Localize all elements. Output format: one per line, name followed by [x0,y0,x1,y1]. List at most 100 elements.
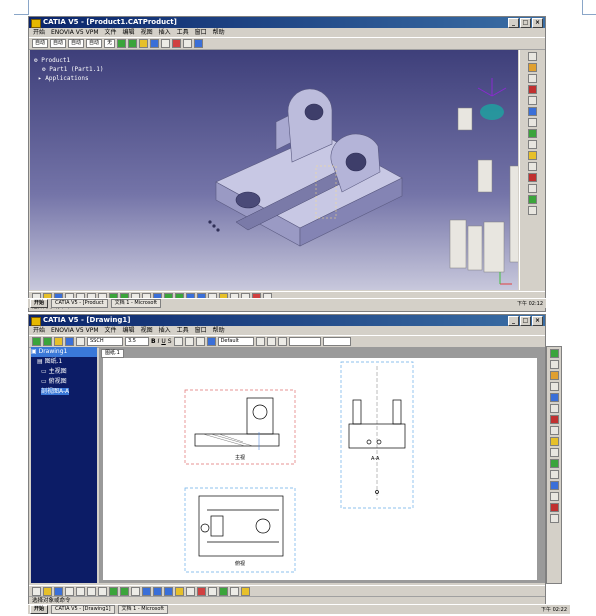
axis-line-icon[interactable] [549,481,559,490]
detail-icon[interactable] [549,371,559,380]
font-combo[interactable]: SSCH [87,337,123,346]
start-button[interactable]: 开始 [30,605,49,614]
menu-window[interactable]: 窗口 [195,326,207,335]
zoom-in-icon[interactable] [153,586,162,596]
update-icon[interactable] [219,586,228,596]
italic-button[interactable]: I [158,338,160,345]
menu-insert[interactable]: 插入 [159,28,171,37]
measure-icon[interactable] [172,39,182,48]
menu-file[interactable]: 文件 [105,28,117,37]
filter-icon[interactable] [241,586,250,596]
menu-view[interactable]: 视图 [141,326,153,335]
close-button[interactable]: × [532,316,543,326]
tree-node-top-view[interactable]: ▭ 俯视图 [31,377,97,387]
task-word-doc[interactable]: 文档 1 - Microsoft [117,605,169,614]
save-icon[interactable] [54,586,63,596]
swap-space-icon[interactable] [194,39,204,48]
tree-node-drawing[interactable]: ▣ Drawing1 [31,347,97,357]
style-combo[interactable]: Default [217,337,254,346]
menu-tools[interactable]: 工具 [177,326,189,335]
grid-icon[interactable] [175,586,184,596]
fillet-icon[interactable] [527,129,537,138]
start-button[interactable]: 开始 [30,299,49,308]
table-icon[interactable] [549,459,559,468]
menu-insert[interactable]: 插入 [159,326,171,335]
analysis-icon[interactable] [208,586,217,596]
area-fill-icon[interactable] [549,503,559,512]
rotate-icon[interactable] [128,39,138,48]
precision-combo[interactable] [288,337,321,346]
view-icon[interactable] [549,349,559,358]
thread-icon[interactable] [549,492,559,501]
layer-combo[interactable]: 无 [104,39,116,48]
color-combo[interactable]: 自动 [32,39,49,48]
dim-tolerance-icon[interactable] [266,337,276,346]
maximize-button[interactable]: □ [520,18,531,28]
symbol-icon[interactable] [255,337,265,346]
menu-enovia[interactable]: ENOVIA V5 VPM [51,326,99,335]
dimension-icon[interactable] [197,586,206,596]
numbering-icon[interactable] [277,337,287,346]
annotation-icon[interactable] [549,437,559,446]
font-size-combo[interactable]: 3.5 [125,337,149,346]
bold-button[interactable]: B [151,338,156,345]
tree-node-front-view[interactable]: ▭ 主视图 [31,367,97,377]
fly-icon[interactable] [54,337,63,346]
menu-file[interactable]: 文件 [105,326,117,335]
drawing-paper[interactable]: 主视 A-A 俯视 [103,358,537,580]
copy-icon[interactable] [87,586,96,596]
menu-tools[interactable]: 工具 [177,28,189,37]
arrow-icon[interactable] [549,514,559,523]
align-center-icon[interactable] [184,337,194,346]
open-icon[interactable] [43,586,52,596]
normal-view-icon[interactable] [161,39,171,48]
shaft-icon[interactable] [527,85,537,94]
lineweight-combo[interactable]: 自动 [86,39,103,48]
normal-view-icon[interactable] [76,337,85,346]
pan-icon[interactable] [117,39,127,48]
zoom-icon[interactable] [65,337,74,346]
chamfer-icon[interactable] [527,140,537,149]
sheet-tab[interactable]: 图纸.1 [101,349,124,358]
roughness-icon[interactable] [549,470,559,479]
menu-help[interactable]: 帮助 [213,28,225,37]
menu-start[interactable]: 开始 [33,326,45,335]
menu-edit[interactable]: 编辑 [123,326,135,335]
transparency-combo[interactable]: 自动 [50,39,67,48]
new-icon[interactable] [32,586,41,596]
pad-icon[interactable] [527,63,537,72]
print-icon[interactable] [65,586,74,596]
3d-part-model[interactable] [30,50,518,290]
paste-icon[interactable] [98,586,107,596]
tree-node-section-view[interactable]: 剖视图A-A [31,387,97,397]
maximize-button[interactable]: □ [520,316,531,326]
zoom-out-icon[interactable] [164,586,173,596]
text-frame-icon[interactable] [206,337,216,346]
drawing-views[interactable] [103,358,537,580]
pan-icon[interactable] [32,337,41,346]
menu-start[interactable]: 开始 [33,28,45,37]
align-right-icon[interactable] [195,337,205,346]
groove-icon[interactable] [527,96,537,105]
formula-icon[interactable] [131,586,140,596]
rib-icon[interactable] [527,118,537,127]
shell-icon[interactable] [527,162,537,171]
menu-view[interactable]: 视图 [141,28,153,37]
menu-edit[interactable]: 编辑 [123,28,135,37]
align-left-icon[interactable] [173,337,183,346]
section-icon[interactable] [549,360,559,369]
rotate-icon[interactable] [43,337,52,346]
broken-view-icon[interactable] [549,393,559,402]
line-style-combo[interactable] [322,337,351,346]
split-icon[interactable] [527,206,537,215]
minimize-button[interactable]: _ [508,316,519,326]
sketcher-icon[interactable] [527,52,537,61]
fit-all-icon[interactable] [142,586,151,596]
3d-viewport[interactable]: ⚙ Product1 ⚙ Part1 (Part1.1) ▸ Applicati… [30,50,518,290]
pattern-icon[interactable] [527,195,537,204]
text-icon[interactable] [549,448,559,457]
task-word-doc[interactable]: 文档 1 - Microsoft [110,299,162,308]
view-frame-icon[interactable] [230,586,239,596]
redo-icon[interactable] [120,586,129,596]
draft-icon[interactable] [527,151,537,160]
